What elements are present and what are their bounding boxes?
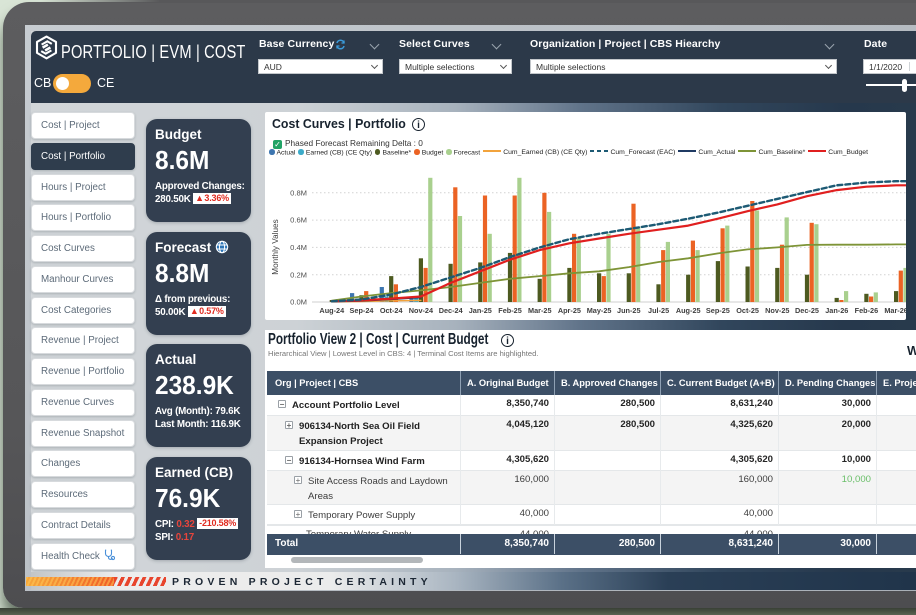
svg-text:Jan-25: Jan-25 <box>469 306 492 315</box>
svg-text:Mar-26: Mar-26 <box>884 306 906 315</box>
svg-text:Oct-25: Oct-25 <box>736 306 759 315</box>
svg-text:Aug-25: Aug-25 <box>676 306 701 315</box>
svg-text:Dec-25: Dec-25 <box>795 306 819 315</box>
svg-text:Nov-24: Nov-24 <box>409 306 434 315</box>
svg-text:Sep-25: Sep-25 <box>706 306 730 315</box>
svg-text:0.0M: 0.0M <box>290 298 307 307</box>
svg-text:May-25: May-25 <box>587 306 612 315</box>
svg-text:Feb-26: Feb-26 <box>855 306 879 315</box>
svg-text:Oct-24: Oct-24 <box>380 306 404 315</box>
svg-text:Dec-24: Dec-24 <box>439 306 464 315</box>
svg-text:Apr-25: Apr-25 <box>558 306 581 315</box>
svg-text:Feb-25: Feb-25 <box>498 306 522 315</box>
svg-text:0.4M: 0.4M <box>290 243 307 252</box>
svg-text:Monthly Values: Monthly Values <box>271 219 280 274</box>
svg-text:Sep-24: Sep-24 <box>350 306 375 315</box>
svg-text:Jan-26: Jan-26 <box>825 306 848 315</box>
svg-text:0.6M: 0.6M <box>290 216 307 225</box>
svg-text:Nov-25: Nov-25 <box>765 306 789 315</box>
svg-text:0.2M: 0.2M <box>290 270 307 279</box>
svg-text:Jun-25: Jun-25 <box>617 306 641 315</box>
svg-text:Aug-24: Aug-24 <box>319 306 345 315</box>
svg-text:0.8M: 0.8M <box>290 188 307 197</box>
svg-text:Mar-25: Mar-25 <box>528 306 552 315</box>
svg-text:Jul-25: Jul-25 <box>648 306 669 315</box>
